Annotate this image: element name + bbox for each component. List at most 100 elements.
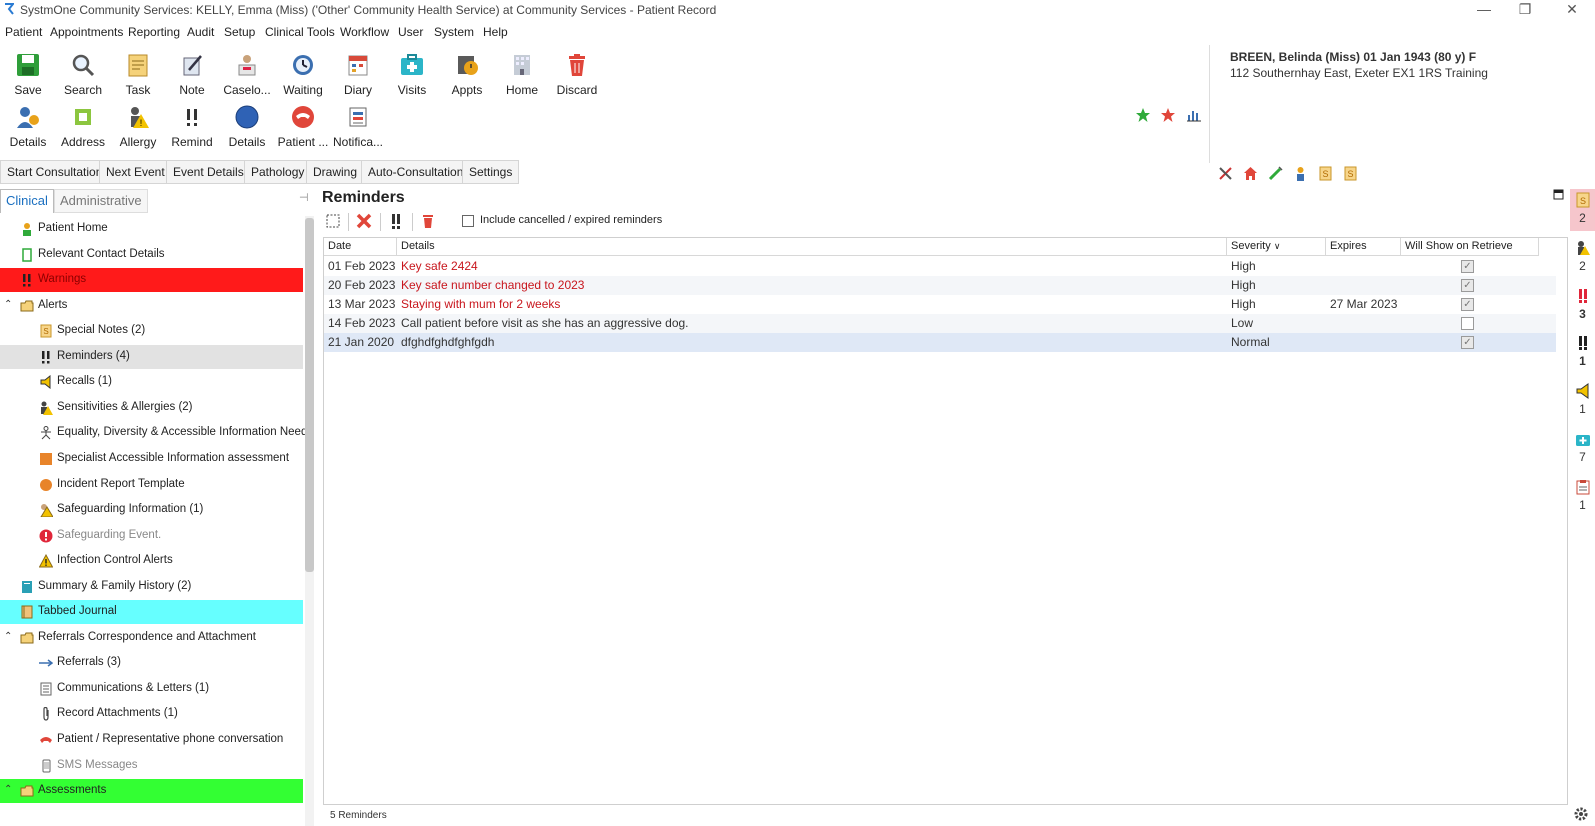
will-show-checkbox[interactable]: ✓ [1461,298,1474,311]
tree-item-recalls-1[interactable]: Recalls (1) [0,370,303,394]
syringe-icon[interactable] [1268,166,1283,181]
menu-user[interactable]: User [398,25,423,39]
table-row[interactable]: 01 Feb 2023 Key safe 2424 High ✓ [324,257,1556,276]
caseload-button[interactable]: Caselo... [220,48,274,97]
add-reminder-icon[interactable] [388,213,404,229]
tree-item-reminders-4[interactable]: Reminders (4) [0,344,303,369]
menu-patient[interactable]: Patient [5,25,42,39]
column-header-expires[interactable]: Expires [1326,238,1401,256]
menu-setup[interactable]: Setup [224,25,255,39]
patient-phone-button[interactable]: Patient ... [276,100,330,149]
person-blue-icon[interactable] [1293,166,1308,181]
event-details-button[interactable]: Event Details [166,160,251,184]
collapse-chevron-icon[interactable]: ⌃ [4,784,12,795]
tree-item-referrals-correspondence-and-attachment[interactable]: ⌃ Referrals Correspondence and Attachment [0,626,303,650]
restore-button[interactable]: ❐ [1503,0,1547,20]
tree-item-sms-messages[interactable]: SMS Messages [0,754,303,778]
tools-icon[interactable] [1218,166,1233,181]
will-show-checkbox[interactable] [1461,317,1474,330]
tree-item-special-notes-2[interactable]: S Special Notes (2) [0,319,303,343]
column-header-details[interactable]: Details [397,238,1227,256]
special-notes-small-icon[interactable]: S [1318,166,1333,181]
minimize-button[interactable]: — [1462,0,1506,20]
tree-item-specialist-accessible-information-assessment[interactable]: Specialist Accessible Information assess… [0,447,303,471]
column-header-will-show[interactable]: Will Show on Retrieve [1401,238,1539,256]
start-consultation-button[interactable]: Start Consultation [0,160,110,184]
tree-item-sensitivities-allergies-2[interactable]: Sensitivities & Allergies (2) [0,396,303,420]
maximize-panel-icon[interactable] [1553,189,1564,200]
tab-clinical[interactable]: Clinical [0,189,54,213]
waiting-button[interactable]: Waiting [276,48,330,97]
next-event-button[interactable]: Next Event [99,160,172,184]
alert-summary-item[interactable]: S2 [1570,189,1595,231]
home-button[interactable]: Home [495,48,549,97]
bar-chart-icon[interactable] [1186,107,1202,123]
tree-item-referrals-3[interactable]: Referrals (3) [0,651,303,675]
will-show-checkbox[interactable]: ✓ [1461,279,1474,292]
address-button[interactable]: Address [56,100,110,149]
table-row[interactable]: 14 Feb 2023 Call patient before visit as … [324,314,1556,333]
tree-item-safeguarding-information-1[interactable]: Safeguarding Information (1) [0,498,303,522]
green-star-icon[interactable] [1135,107,1151,123]
tree-item-record-attachments-1[interactable]: Record Attachments (1) [0,702,303,726]
select-all-icon[interactable] [326,214,340,228]
include-cancelled-checkbox[interactable] [462,215,474,227]
remind-button[interactable]: Remind [165,100,219,149]
gear-icon[interactable] [1573,806,1589,822]
allergy-button[interactable]: ! Allergy [111,100,165,149]
tree-item-communications-letters-1[interactable]: Communications & Letters (1) [0,677,303,701]
alert-summary-item[interactable]: 1 [1570,332,1595,368]
menu-reporting[interactable]: Reporting [128,25,180,39]
collapse-chevron-icon[interactable]: ⌃ [4,631,12,642]
tree-item-summary-family-history-2[interactable]: Summary & Family History (2) [0,575,303,599]
search-button[interactable]: Search [56,48,110,97]
close-button[interactable]: ✕ [1550,0,1594,20]
appts-button[interactable]: Appts [440,48,494,97]
tree-scrollbar-thumb[interactable] [305,218,314,572]
cancel-reminder-icon[interactable] [356,213,372,229]
house-icon[interactable] [1243,166,1258,181]
details-circle-button[interactable]: Details [220,100,274,149]
task-button[interactable]: Task [111,48,165,97]
tree-item-patient-representative-phone-conversation[interactable]: Patient / Representative phone conversat… [0,728,303,752]
note-button[interactable]: Note [165,48,219,97]
tab-administrative[interactable]: Administrative [54,189,148,213]
menu-help[interactable]: Help [483,25,508,39]
column-header-severity[interactable]: Severity ∨ [1227,238,1326,256]
visits-button[interactable]: Visits [385,48,439,97]
will-show-checkbox[interactable]: ✓ [1461,260,1474,273]
table-row[interactable]: 21 Jan 2020 dfghdfghdfghfgdh Normal ✓ [324,333,1556,352]
tree-item-incident-report-template[interactable]: Incident Report Template [0,473,303,497]
alert-summary-item[interactable]: 1 [1570,380,1595,416]
tree-item-alerts[interactable]: ⌃ Alerts [0,294,303,318]
tree-item-assessments[interactable]: ⌃ Assessments [0,779,303,804]
tree-item-infection-control-alerts[interactable]: Infection Control Alerts [0,549,303,573]
details-button[interactable]: Details [1,100,55,149]
save-button[interactable]: Save [1,48,55,97]
tree-item-warnings[interactable]: Warnings [0,268,303,293]
will-show-checkbox[interactable]: ✓ [1461,336,1474,349]
table-row[interactable]: 13 Mar 2023 Staying with mum for 2 weeks H… [324,295,1556,314]
alert-summary-item[interactable]: 1 [1570,476,1595,512]
alert-summary-item[interactable]: 3 [1570,285,1595,321]
tree-item-tabbed-journal[interactable]: Tabbed Journal [0,600,303,625]
notification-button[interactable]: Notifica... [331,100,385,149]
menu-audit[interactable]: Audit [187,25,214,39]
alert-summary-item[interactable]: 2 [1570,237,1595,273]
auto-consultation-button[interactable]: Auto-Consultation [361,160,471,184]
delete-reminder-icon[interactable] [420,213,436,229]
menu-appointments[interactable]: Appointments [50,25,123,39]
menu-workflow[interactable]: Workflow [340,25,389,39]
table-row[interactable]: 20 Feb 2023 Key safe number changed to 20… [324,276,1556,295]
drawing-button[interactable]: Drawing [306,160,365,184]
pathology-button[interactable]: Pathology [244,160,312,184]
settings-button[interactable]: Settings [462,160,520,184]
tree-item-equality-diversity-accessible-information-need[interactable]: Equality, Diversity & Accessible Informa… [0,421,305,445]
diary-button[interactable]: Diary [331,48,385,97]
column-header-date[interactable]: Date [324,238,397,256]
pin-icon[interactable]: ⊣ [299,191,309,204]
discard-button[interactable]: Discard [550,48,604,97]
collapse-chevron-icon[interactable]: ⌃ [4,299,12,310]
special-notes-small-icon-2[interactable]: S [1343,166,1358,181]
menu-clinical-tools[interactable]: Clinical Tools [265,25,335,39]
